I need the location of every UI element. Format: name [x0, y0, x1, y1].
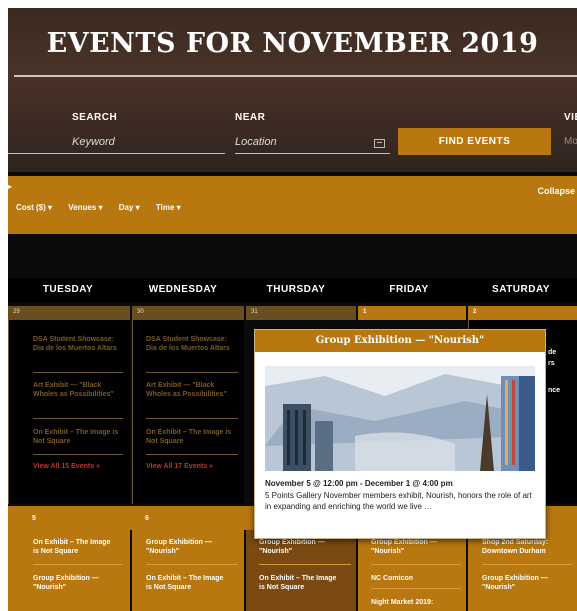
event-image-artwork — [265, 366, 535, 471]
day-header-saturday: SATURDAY — [492, 284, 550, 295]
event-wed-3[interactable]: On Exhibit – The Image is Not Square — [146, 428, 234, 446]
divider — [146, 564, 238, 565]
location-placeholder: Location — [235, 136, 277, 148]
event-tue-2[interactable]: Art Exhibit — "Black Wholes as Possibili… — [33, 381, 121, 399]
divider — [33, 418, 123, 419]
events-calendar-page: EVENTS FOR NOVEMBER 2019 SEARCH Keyword … — [8, 8, 577, 611]
event-sat-partial-1[interactable]: de — [548, 348, 556, 357]
header-divider — [14, 75, 577, 77]
event-w2-tue-1[interactable]: On Exhibit – The Image is Not Square — [33, 538, 118, 556]
keyword-input[interactable]: Keyword — [8, 132, 225, 154]
tooltip-description: 5 Points Gallery November members exhibi… — [265, 491, 532, 511]
event-wed-2[interactable]: Art Exhibit — "Black Wholes as Possibili… — [146, 381, 234, 399]
keyword-placeholder: Keyword — [72, 136, 115, 148]
divider — [33, 564, 123, 565]
event-w2-wed-1[interactable]: Group Exhibition — "Nourish" — [146, 538, 231, 556]
filter-cost[interactable]: Cost ($) ▾ — [16, 203, 52, 212]
day-header-friday: FRIDAY — [389, 284, 429, 295]
page-title: EVENTS FOR NOVEMBER 2019 — [46, 28, 539, 59]
divider — [33, 454, 123, 455]
date-31: 31 — [246, 306, 356, 320]
event-w2-thu-1[interactable]: Group Exhibition — "Nourish" — [259, 538, 344, 556]
tooltip-title[interactable]: Group Exhibition — "Nourish" — [255, 330, 545, 352]
bar-marker: ▸ — [8, 182, 13, 191]
divider — [371, 588, 461, 589]
divider — [146, 418, 238, 419]
event-image — [265, 366, 535, 471]
event-w2-fri-2[interactable]: NC Comicon — [371, 574, 456, 583]
date-1: 1 — [358, 306, 466, 320]
collapse-button[interactable]: Collapse — [537, 186, 575, 196]
divider — [146, 372, 238, 373]
event-w2-sat-2[interactable]: Group Exhibition — "Nourish" — [482, 574, 567, 592]
calendar-icon[interactable] — [374, 139, 385, 148]
filter-bar: ▸ Collapse Cost ($) ▾ Venues ▾ Day ▾ Tim… — [8, 176, 577, 234]
event-tooltip: Group Exhibition — "Nourish" November 5 … — [254, 329, 546, 539]
search-label: SEARCH — [72, 112, 118, 123]
event-w2-thu-2[interactable]: On Exhibit – The Image is Not Square — [259, 574, 344, 592]
divider — [146, 454, 238, 455]
divider — [371, 564, 461, 565]
tooltip-date-range: November 5 @ 12:00 pm - December 1 @ 4:0… — [265, 479, 453, 488]
location-input[interactable]: Location — [235, 132, 390, 154]
find-events-button[interactable]: FIND EVENTS — [398, 128, 551, 155]
date-30: 30 — [132, 306, 244, 320]
divider — [259, 564, 351, 565]
day-header-thursday: THURSDAY — [266, 284, 326, 295]
event-w2-sat-1[interactable]: Shop 2nd Saturday: Downtown Durham — [482, 538, 567, 556]
view-select[interactable]: Mo — [564, 136, 577, 147]
event-wed-1[interactable]: DSA Student Showcase: Dia de los Muertos… — [146, 335, 234, 353]
filter-venues[interactable]: Venues ▾ — [68, 203, 102, 212]
event-tue-1[interactable]: DSA Student Showcase: Dia de los Muertos… — [33, 335, 121, 353]
date-5: 5 — [32, 515, 36, 522]
page-header: EVENTS FOR NOVEMBER 2019 SEARCH Keyword … — [8, 8, 577, 172]
filter-list: Cost ($) ▾ Venues ▾ Day ▾ Time ▾ — [16, 203, 195, 212]
filter-time[interactable]: Time ▾ — [156, 203, 181, 212]
date-2: 2 — [468, 306, 577, 320]
event-tue-3[interactable]: On Exhibit – The Image is Not Square — [33, 428, 121, 446]
divider — [482, 564, 572, 565]
date-6: 6 — [145, 515, 149, 522]
day-header-wednesday: WEDNESDAY — [148, 284, 218, 295]
date-29: 29 — [8, 306, 130, 320]
day-header-tuesday: TUESDAY — [42, 284, 94, 295]
event-w2-fri-3[interactable]: Night Market 2019: — [371, 598, 456, 607]
event-sat-partial-3[interactable]: nce — [548, 386, 560, 395]
event-w2-wed-2[interactable]: On Exhibit – The Image is Not Square — [146, 574, 231, 592]
view-all-tuesday-link[interactable]: View All 15 Events » — [33, 463, 100, 470]
view-all-wednesday-link[interactable]: View All 17 Events » — [146, 463, 213, 470]
near-label: NEAR — [235, 112, 266, 123]
event-w2-tue-2[interactable]: Group Exhibition — "Nourish" — [33, 574, 118, 592]
event-w2-fri-1[interactable]: Group Exhibition — "Nourish" — [371, 538, 456, 556]
view-label: VIE — [564, 112, 577, 123]
event-sat-partial-2[interactable]: rs — [548, 359, 555, 368]
divider — [33, 372, 123, 373]
filter-day[interactable]: Day ▾ — [119, 203, 140, 212]
